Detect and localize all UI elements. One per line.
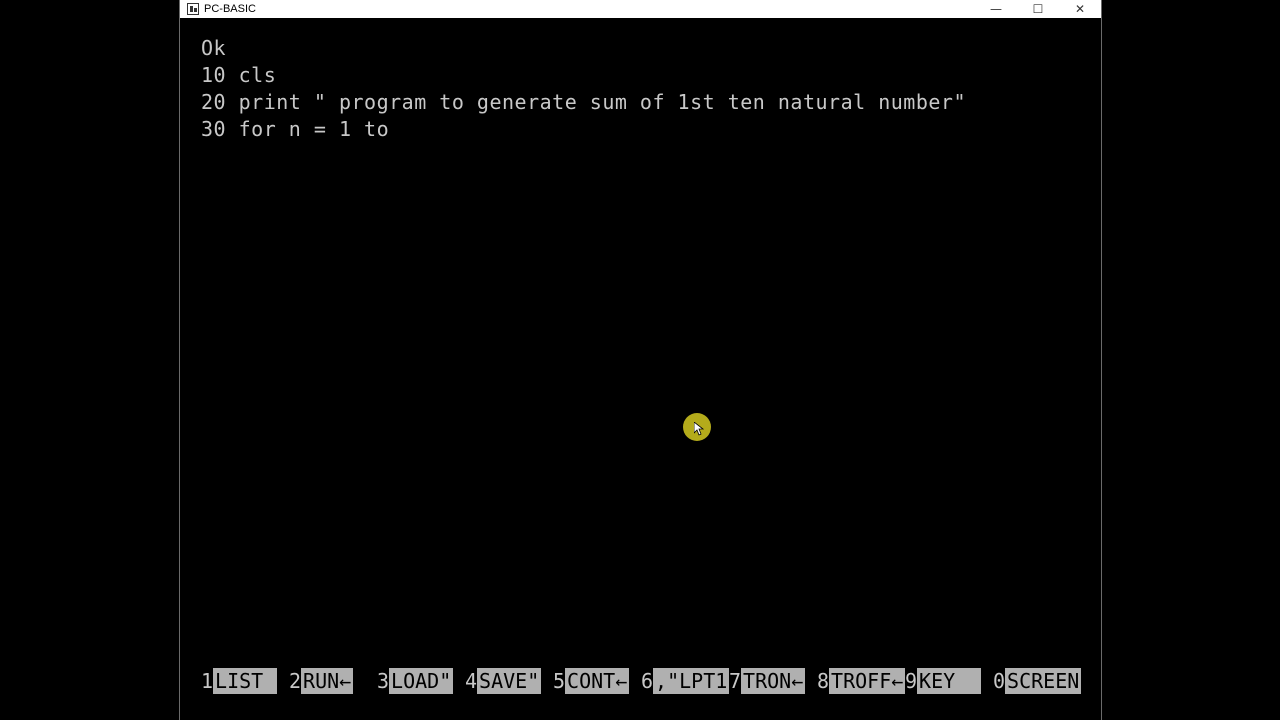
fkey-7[interactable]: 7 TRON← (729, 668, 806, 694)
fkey-number: 2 (289, 669, 302, 693)
fkey-1[interactable]: 1 LIST (201, 668, 278, 694)
fkey-8[interactable]: 8 TROFF← (817, 668, 906, 694)
fkey-label: CONT← (565, 668, 630, 694)
fkey-2[interactable]: 2 RUN← (289, 668, 354, 694)
screen-line-ok: Ok (201, 36, 227, 60)
fkey-number: 5 (553, 669, 566, 693)
fkey-label: ,"LPT1 (653, 668, 730, 694)
fkey-4[interactable]: 4 SAVE" (465, 668, 542, 694)
fkey-10[interactable]: 0 SCREEN (993, 668, 1082, 694)
fkey-number: 1 (201, 669, 214, 693)
minimize-button[interactable]: — (975, 0, 1017, 18)
fkey-3[interactable]: 3 LOAD" (377, 668, 454, 694)
fkey-6[interactable]: 6 ,"LPT1 (641, 668, 730, 694)
window-title: PC-BASIC (204, 3, 256, 15)
fkey-number: 3 (377, 669, 390, 693)
fkey-number: 7 (729, 669, 742, 693)
fkey-number: 9 (905, 669, 918, 693)
window-controls: — ☐ ✕ (975, 0, 1101, 18)
screen-line-20: 20 print " program to generate sum of 1s… (201, 90, 967, 114)
fkey-number: 6 (641, 669, 654, 693)
fkey-9[interactable]: 9 KEY (905, 668, 982, 694)
screen-line-30: 30 for n = 1 to (201, 117, 390, 141)
fkey-label: RUN← (301, 668, 354, 694)
fkey-label: TROFF← (829, 668, 906, 694)
fkey-number: 0 (993, 669, 1006, 693)
fkey-label: SCREEN (1005, 668, 1082, 694)
pc-basic-window: PC-BASIC — ☐ ✕ Ok 10 cls 20 print " prog… (179, 0, 1102, 720)
app-icon (187, 3, 199, 15)
fkey-label: SAVE" (477, 668, 542, 694)
fkey-label: TRON← (741, 668, 806, 694)
screen-line-10: 10 cls (201, 63, 277, 87)
maximize-button[interactable]: ☐ (1017, 0, 1059, 18)
fkey-number: 4 (465, 669, 478, 693)
mouse-pointer-icon (694, 422, 704, 436)
fkey-label: KEY (917, 668, 982, 694)
fkey-number: 8 (817, 669, 830, 693)
basic-screen[interactable]: Ok 10 cls 20 print " program to generate… (180, 18, 1101, 720)
fkey-label: LOAD" (389, 668, 454, 694)
fkey-5[interactable]: 5 CONT← (553, 668, 630, 694)
title-bar[interactable]: PC-BASIC — ☐ ✕ (180, 0, 1101, 18)
close-button[interactable]: ✕ (1059, 0, 1101, 18)
fkey-label: LIST (213, 668, 278, 694)
